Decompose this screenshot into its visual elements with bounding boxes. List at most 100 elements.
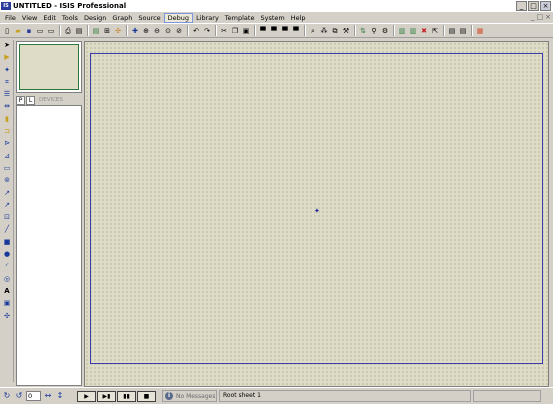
play-button[interactable]: ▶ xyxy=(77,390,96,402)
origin-icon[interactable]: ✣ xyxy=(113,26,123,36)
subcircuit-icon[interactable]: ▮ xyxy=(1,114,13,125)
simulation-controls: ▶ ▶▮ ▮▮ ■ xyxy=(77,390,156,402)
zoom-area-icon[interactable]: ⊘ xyxy=(174,26,184,36)
wire-label-icon[interactable]: ⌗ xyxy=(1,77,13,88)
step-button[interactable]: ▶▮ xyxy=(97,390,116,402)
isis-app-icon[interactable]: IS xyxy=(1,2,11,10)
box-icon[interactable]: ■ xyxy=(1,237,13,248)
rotate-anticlockwise-icon[interactable]: ↺ xyxy=(14,391,24,401)
make-device-icon[interactable]: ⁂ xyxy=(319,26,329,36)
schematic-canvas[interactable]: ✦ xyxy=(84,41,549,387)
menu-source[interactable]: Source xyxy=(135,13,163,23)
print-area-icon[interactable]: ▤ xyxy=(74,26,84,36)
component-mode-icon[interactable]: ▶ xyxy=(1,52,13,63)
library-manager-button[interactable]: L xyxy=(26,95,35,105)
menu-graph[interactable]: Graph xyxy=(109,13,135,23)
pan-icon[interactable]: ✚ xyxy=(130,26,140,36)
menu-system[interactable]: System xyxy=(257,13,287,23)
exit-parent-icon[interactable]: ⇱ xyxy=(430,26,440,36)
undo-icon[interactable]: ↶ xyxy=(191,26,201,36)
mdi-close-icon[interactable]: × xyxy=(545,13,551,21)
marker-icon[interactable]: ✣ xyxy=(1,311,13,322)
goto-sheet-icon[interactable]: ▥ xyxy=(408,26,418,36)
packaging-tool-icon[interactable]: ⧉ xyxy=(330,26,340,36)
window-title: UNTITLED - ISIS Professional xyxy=(13,2,127,10)
menu-bar: File View Edit Tools Design Graph Source… xyxy=(0,12,553,23)
refresh-icon[interactable]: ▤ xyxy=(91,26,101,36)
mdi-minimize-icon[interactable]: _ xyxy=(531,13,535,21)
generator-icon[interactable]: ⊚ xyxy=(1,175,13,186)
print-icon[interactable]: ⎙ xyxy=(63,26,73,36)
block-move-icon[interactable]: ▀ xyxy=(269,26,279,36)
current-probe-icon[interactable]: ↗ xyxy=(1,200,13,211)
new-file-icon[interactable]: ▯ xyxy=(2,26,12,36)
junction-dot-icon[interactable]: ✦ xyxy=(1,65,13,76)
redo-icon[interactable]: ↷ xyxy=(202,26,212,36)
overview-window[interactable] xyxy=(16,41,82,93)
maximize-button[interactable]: □ xyxy=(528,1,539,11)
minimize-button[interactable]: _ xyxy=(516,1,527,11)
path-icon[interactable]: ◎ xyxy=(1,274,13,285)
pause-button[interactable]: ▮▮ xyxy=(117,390,136,402)
save-icon[interactable]: ▪ xyxy=(24,26,34,36)
circle-icon[interactable]: ● xyxy=(1,249,13,260)
line-icon[interactable]: ╱ xyxy=(1,224,13,235)
symbol-icon[interactable]: ▣ xyxy=(1,298,13,309)
rotate-clockwise-icon[interactable]: ↻ xyxy=(2,391,12,401)
menu-file[interactable]: File xyxy=(2,13,19,23)
device-pins-icon[interactable]: ⊳ xyxy=(1,138,13,149)
search-tag-icon[interactable]: ⚲ xyxy=(369,26,379,36)
cut-icon[interactable]: ✂ xyxy=(219,26,229,36)
menu-tools[interactable]: Tools xyxy=(59,13,81,23)
menu-edit[interactable]: Edit xyxy=(40,13,59,23)
paste-icon[interactable]: ▣ xyxy=(241,26,251,36)
text-icon[interactable]: A xyxy=(1,286,13,297)
copy-icon[interactable]: ❐ xyxy=(230,26,240,36)
zoom-in-icon[interactable]: ⊕ xyxy=(141,26,151,36)
buses-icon[interactable]: ⇹ xyxy=(1,101,13,112)
open-folder-icon[interactable]: ▰ xyxy=(13,26,23,36)
block-delete-icon[interactable]: ▀ xyxy=(291,26,301,36)
electrical-rules-check-icon[interactable]: ▤ xyxy=(458,26,468,36)
mirror-vertical-icon[interactable]: ↕ xyxy=(55,391,65,401)
device-list[interactable] xyxy=(16,105,82,386)
import-icon[interactable]: ▭ xyxy=(35,26,45,36)
pick-devices-button[interactable]: P xyxy=(16,95,25,105)
toolbar-separator xyxy=(126,25,128,36)
menu-library[interactable]: Library xyxy=(193,13,222,23)
bill-of-materials-icon[interactable]: ▤ xyxy=(447,26,457,36)
mirror-horizontal-icon[interactable]: ↔ xyxy=(43,391,53,401)
message-panel[interactable]: i No Messages xyxy=(162,390,217,402)
zoom-all-icon[interactable]: ⊙ xyxy=(163,26,173,36)
menu-debug[interactable]: Debug xyxy=(163,12,194,23)
rotation-angle-input[interactable]: 0 xyxy=(26,391,41,401)
arc-icon[interactable]: ◜ xyxy=(1,261,13,272)
voltage-probe-icon[interactable]: ↗ xyxy=(1,188,13,199)
toolbar-separator xyxy=(443,25,445,36)
terminals-icon[interactable]: ⊐ xyxy=(1,126,13,137)
menu-template[interactable]: Template xyxy=(222,13,258,23)
wire-autorouter-icon[interactable]: ⇅ xyxy=(358,26,368,36)
virtual-instruments-icon[interactable]: ⊡ xyxy=(1,212,13,223)
menu-view[interactable]: View xyxy=(19,13,40,23)
stop-button[interactable]: ■ xyxy=(137,390,156,402)
menu-help[interactable]: Help xyxy=(288,13,309,23)
netlist-to-ares-icon[interactable]: ▦ xyxy=(475,26,485,36)
close-button[interactable]: × xyxy=(540,1,551,11)
remove-sheet-icon[interactable]: ✖ xyxy=(419,26,429,36)
selection-mode-icon[interactable]: ➤ xyxy=(1,40,13,51)
text-script-icon[interactable]: ☰ xyxy=(1,89,13,100)
graph-icon[interactable]: ⊿ xyxy=(1,151,13,162)
tape-recorder-icon[interactable]: ▭ xyxy=(1,163,13,174)
decompose-icon[interactable]: ⚒ xyxy=(341,26,351,36)
export-icon[interactable]: ▭ xyxy=(46,26,56,36)
mdi-restore-icon[interactable]: □ xyxy=(537,13,544,21)
property-assignment-icon[interactable]: ⚙ xyxy=(380,26,390,36)
pick-device-icon[interactable]: ⌕ xyxy=(308,26,318,36)
new-sheet-icon[interactable]: ▥ xyxy=(397,26,407,36)
zoom-out-icon[interactable]: ⊖ xyxy=(152,26,162,36)
menu-design[interactable]: Design xyxy=(81,13,109,23)
grid-icon[interactable]: ⊞ xyxy=(102,26,112,36)
block-copy-icon[interactable]: ▀ xyxy=(258,26,268,36)
block-rotate-icon[interactable]: ▀ xyxy=(280,26,290,36)
